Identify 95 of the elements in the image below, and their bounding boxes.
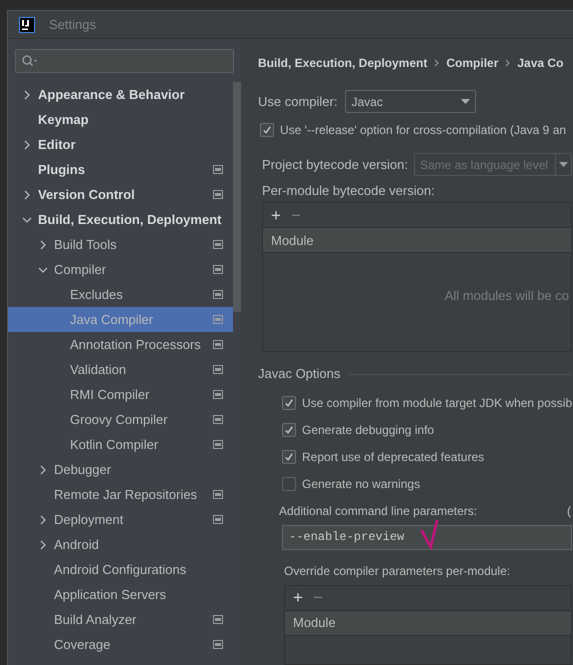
breadcrumb-separator-icon bbox=[434, 59, 440, 67]
tree-item-label: Compiler bbox=[54, 260, 106, 279]
field-label: Additional command line parameters: bbox=[279, 502, 478, 520]
tree-item[interactable]: Plugins bbox=[8, 157, 233, 182]
tree-item[interactable]: Remote Jar Repositories bbox=[8, 482, 233, 507]
tree-item[interactable]: Build Analyzer bbox=[8, 607, 233, 632]
tree-item-label: Remote Jar Repositories bbox=[54, 486, 198, 504]
field-label: Use compiler: bbox=[258, 92, 338, 111]
dropdown-arrow-icon bbox=[559, 162, 568, 168]
scrollbar[interactable] bbox=[233, 82, 241, 312]
column-header[interactable]: Module bbox=[285, 610, 571, 636]
checkmark-icon bbox=[284, 452, 294, 462]
tree-item[interactable]: Application Servers bbox=[8, 582, 233, 607]
tree-item-label: Plugins bbox=[38, 160, 85, 179]
app-logo-icon bbox=[19, 16, 35, 32]
checkbox-label: Generate no warnings bbox=[302, 476, 420, 494]
search-icon bbox=[22, 55, 38, 67]
checkbox[interactable] bbox=[282, 477, 296, 492]
tree-item-label: Java Compiler bbox=[70, 310, 154, 329]
checkbox[interactable] bbox=[260, 123, 274, 138]
chevron-right-icon[interactable] bbox=[38, 540, 48, 550]
checkmark-icon bbox=[262, 125, 272, 136]
chevron-right-icon[interactable] bbox=[22, 190, 32, 200]
checkbox-label: Report use of deprecated features bbox=[302, 449, 484, 466]
tree-item-label: Annotation Processors bbox=[70, 336, 201, 354]
checkbox-label: Generate debugging info bbox=[302, 422, 434, 440]
tree-item-label: Application Servers bbox=[54, 586, 166, 604]
tree-item-label: Keymap bbox=[38, 110, 89, 129]
empty-table-text: All modules will be co bbox=[444, 286, 569, 305]
checkmark-icon bbox=[284, 425, 294, 436]
tree-item[interactable]: Compiler bbox=[8, 257, 233, 282]
tree-item-label: Kotlin Compiler bbox=[70, 436, 158, 454]
chevron-right-icon[interactable] bbox=[22, 90, 32, 100]
tree-item-label: Editor bbox=[38, 136, 76, 154]
tree-item[interactable]: Debugger bbox=[8, 457, 233, 482]
breadcrumb-item[interactable]: Compiler bbox=[446, 54, 498, 72]
handwritten-check-mark bbox=[420, 518, 440, 551]
tree-item-label: Android Configurations bbox=[54, 560, 186, 579]
window-title: Settings bbox=[49, 16, 96, 34]
tree-item[interactable]: Kotlin Compiler bbox=[8, 432, 233, 457]
chevron-right-icon[interactable] bbox=[22, 140, 32, 150]
tree-item[interactable]: Android Configurations bbox=[8, 557, 233, 582]
checkbox[interactable] bbox=[282, 450, 296, 464]
tree-item[interactable]: Appearance & Behavior bbox=[8, 82, 233, 107]
chevron-right-icon[interactable] bbox=[38, 464, 48, 474]
checkbox[interactable] bbox=[282, 396, 296, 410]
tree-item[interactable]: Deployment bbox=[8, 507, 233, 532]
tree-item-label: Coverage bbox=[54, 636, 110, 654]
tree-item[interactable]: Groovy Compiler bbox=[8, 407, 233, 432]
tree-item[interactable]: RMI Compiler bbox=[8, 382, 233, 407]
chevron-down-icon[interactable] bbox=[22, 214, 32, 224]
tree-item-label: Appearance & Behavior bbox=[38, 86, 185, 104]
tree-item[interactable]: Build, Execution, Deployment bbox=[8, 207, 233, 232]
breadcrumb-separator-icon bbox=[505, 59, 510, 67]
field-label: Project bytecode version: bbox=[262, 156, 408, 174]
tree-item-label: Build, Execution, Deployment bbox=[38, 210, 222, 229]
breadcrumb-item[interactable]: Java Co bbox=[517, 54, 564, 72]
tree-item-label: RMI Compiler bbox=[70, 386, 150, 404]
tree-item-label: Groovy Compiler bbox=[70, 410, 168, 429]
column-header[interactable]: Module bbox=[263, 228, 571, 254]
chevron-right-icon[interactable] bbox=[38, 240, 48, 250]
tree-item[interactable]: Android bbox=[8, 532, 233, 557]
tree-item[interactable]: Keymap bbox=[8, 107, 233, 132]
parameters-field[interactable]: --enable-preview bbox=[282, 524, 572, 550]
tree-item[interactable]: Coverage bbox=[8, 632, 233, 657]
checkbox-label: Use compiler from module target JDK when possib bbox=[302, 395, 572, 412]
tree-item-label: Excludes bbox=[70, 286, 123, 304]
tree-item-label: Debugger bbox=[54, 460, 112, 479]
tree-item-label: Deployment bbox=[54, 510, 124, 529]
tree-item[interactable]: Annotation Processors bbox=[8, 332, 233, 357]
tree-item[interactable]: Validation bbox=[8, 357, 233, 382]
field-hint: ( bbox=[567, 502, 571, 520]
tree-item-label: Version Control bbox=[38, 186, 135, 204]
chevron-down-icon[interactable] bbox=[38, 264, 48, 274]
tree-item[interactable]: Excludes bbox=[8, 282, 233, 307]
tree-item[interactable]: Version Control bbox=[8, 182, 233, 207]
tree-item-label: Android bbox=[54, 536, 99, 554]
checkbox-label: Use '--release' option for cross-compilation (Java 9 an bbox=[280, 122, 566, 140]
breadcrumb-item[interactable]: Build, Execution, Deployment bbox=[258, 54, 428, 72]
tree-item[interactable]: Build Tools bbox=[8, 232, 233, 257]
chevron-right-icon[interactable] bbox=[38, 514, 48, 524]
tree-item-label: Build Analyzer bbox=[54, 610, 136, 629]
search-field[interactable] bbox=[15, 49, 234, 73]
tree-item[interactable]: Editor bbox=[8, 132, 233, 157]
tree-item-label: Build Tools bbox=[54, 236, 117, 254]
dropdown-arrow-icon bbox=[461, 99, 470, 104]
add-button[interactable]: + bbox=[293, 589, 303, 606]
field-label: Per-module bytecode version: bbox=[262, 182, 436, 200]
field-label: Override compiler parameters per-module: bbox=[284, 562, 512, 580]
compiler-dropdown[interactable]: Javac bbox=[345, 90, 476, 114]
checkmark-icon bbox=[284, 398, 294, 408]
add-button[interactable]: + bbox=[271, 206, 281, 224]
tree-item-label: Validation bbox=[70, 360, 126, 379]
section-title: Javac Options bbox=[258, 365, 340, 384]
checkbox[interactable] bbox=[282, 423, 296, 438]
